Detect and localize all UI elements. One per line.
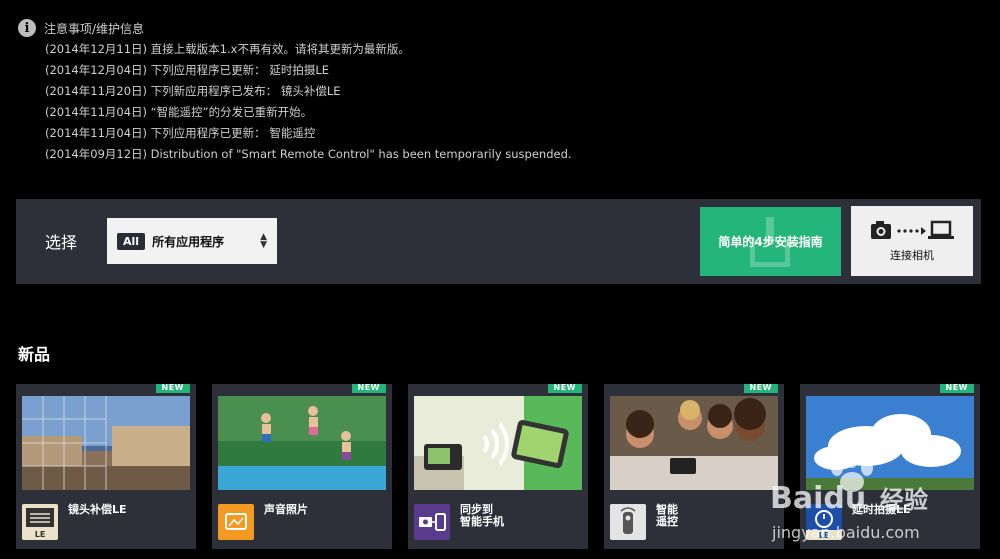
lens-correction-icon: LE [22,504,58,540]
new-badge: NEW [351,384,386,393]
sound-photo-icon [218,504,254,540]
select-value: 所有应用程序 [152,234,225,249]
sync-smartphone-icon [414,504,450,540]
app-name: 智能 遥控 [656,503,678,528]
install-guide-button[interactable]: 简单的4步安装指南 [700,207,841,276]
app-thumbnail [806,396,974,490]
notice-title: 注意事项/维护信息 [44,21,145,36]
app-name: 声音照片 [264,503,308,516]
connect-camera-button[interactable]: 连接相机 [851,206,973,276]
new-badge: NEW [743,384,778,393]
app-card-sync-smartphone[interactable]: NEW 同步到 智能手机 [408,384,588,549]
svg-text:LE: LE [819,531,830,540]
notice-item: (2014年11月04日) “智能遥控”的分发已重新开始。 [45,105,313,119]
app-card-sound-photo[interactable]: NEW 声音照片 [212,384,392,549]
info-icon: i [18,19,36,37]
notice-item: (2014年11月20日) 下列新应用程序已发布： 镜头补偿LE [45,84,341,98]
app-category-select[interactable]: All 所有应用程序 ▲ ▼ [107,218,277,264]
new-badge: NEW [939,384,974,393]
section-title-new: 新品 [18,345,51,364]
svg-text:LE: LE [35,530,46,539]
notice-item: (2014年12月04日) 下列应用程序已更新： 延时拍摄LE [45,63,329,77]
smart-remote-icon [610,504,646,540]
notice-item: (2014年12月11日) 直接上载版本1.x不再有效。请将其更新为最新版。 [45,42,410,56]
app-name: 同步到 智能手机 [460,503,504,528]
app-thumbnail [218,396,386,490]
updown-arrows-icon: ▲ ▼ [260,232,267,250]
app-thumbnail [414,396,582,490]
app-name: 延时拍摄LE [852,503,911,516]
notice-item: (2014年09月12日) Distribution of "Smart Rem… [45,147,572,161]
notice-item: (2014年11月04日) 下列应用程序已更新： 智能遥控 [45,126,316,140]
notice-header: i 注意事项/维护信息 [18,17,718,39]
new-badge: NEW [547,384,582,393]
app-card-lens-correction[interactable]: NEW LE 镜头补偿LE [16,384,196,549]
notice-list: (2014年12月11日) 直接上载版本1.x不再有效。请将其更新为最新版。 (… [18,39,718,165]
app-name: 镜头补偿LE [68,503,127,516]
connect-camera-label: 连接相机 [890,249,934,262]
app-thumbnail [22,396,190,490]
app-card-smart-remote[interactable]: NEW 智能 遥控 [604,384,784,549]
select-label: 选择 [45,233,78,252]
filter-bar: 选择 All 所有应用程序 ▲ ▼ 简单的4步安装指南 连接相机 [16,199,981,284]
new-badge: NEW [155,384,190,393]
camera-to-computer-icon [871,220,954,239]
notice-panel: i 注意事项/维护信息 (2014年12月11日) 直接上载版本1.x不再有效。… [18,17,718,165]
app-thumbnail [610,396,778,490]
install-guide-label: 简单的4步安装指南 [718,235,823,249]
time-lapse-icon: LE [806,504,842,540]
app-card-time-lapse[interactable]: NEW LE 延时拍摄LE [800,384,980,549]
all-badge: All [117,232,146,250]
